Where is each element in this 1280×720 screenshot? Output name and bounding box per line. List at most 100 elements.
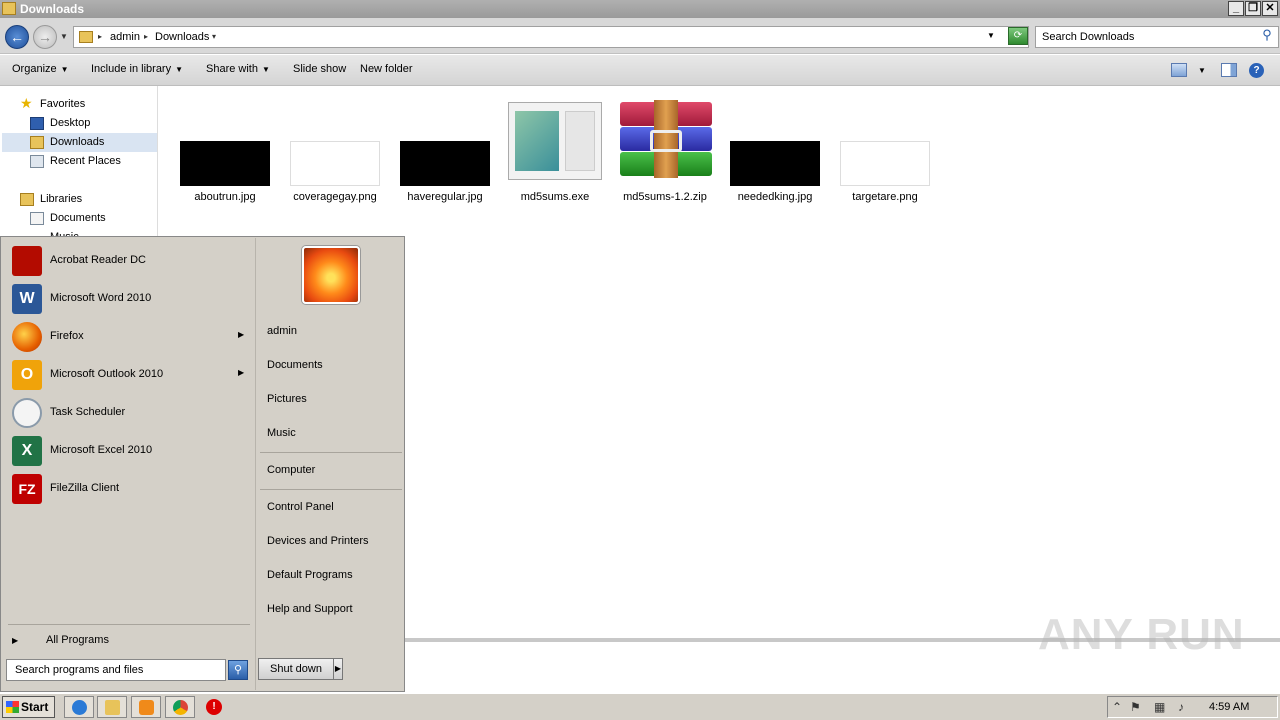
taskbar: Start ! ⌃ ⚑ ▦ ♪ 4:59 AM xyxy=(0,693,1280,720)
sidebar-item-label: Desktop xyxy=(50,117,91,129)
shutdown-options-icon[interactable]: ▶ xyxy=(333,658,343,680)
link-devices-and-printers[interactable]: Devices and Printers xyxy=(267,535,369,547)
search-input[interactable]: Search Downloads xyxy=(1035,26,1279,48)
address-dropdown-icon[interactable]: ▼ xyxy=(987,31,995,40)
preview-pane-icon[interactable] xyxy=(1221,63,1237,77)
link-admin[interactable]: admin xyxy=(267,325,297,337)
windows-logo-icon xyxy=(6,701,19,713)
address-bar[interactable]: ▸ admin ▸ Downloads ▾ xyxy=(73,26,1029,48)
include-in-library-button[interactable]: Include in library ▼ xyxy=(91,63,183,75)
forward-button[interactable]: → xyxy=(33,25,57,49)
organize-label: Organize xyxy=(12,63,57,75)
restore-button[interactable]: ❐ xyxy=(1245,1,1261,16)
chevron-right-icon[interactable]: ▸ xyxy=(98,32,102,41)
program-label: FileZilla Client xyxy=(50,482,120,494)
volume-icon[interactable]: ♪ xyxy=(1178,700,1184,714)
separator xyxy=(260,489,402,490)
new-folder-button[interactable]: New folder xyxy=(360,63,413,75)
file-name: haveregular.jpg xyxy=(407,191,483,203)
file-name: targetare.png xyxy=(852,191,918,203)
sidebar-item-label: Libraries xyxy=(40,193,83,205)
link-pictures[interactable]: Pictures xyxy=(267,393,307,405)
view-options-icon[interactable] xyxy=(1171,63,1187,77)
chevron-down-icon[interactable]: ▾ xyxy=(212,32,216,41)
outlook-icon: O xyxy=(12,360,42,390)
refresh-button[interactable]: ⟳ xyxy=(1008,27,1028,45)
start-menu-places: admin Documents Pictures Music Computer … xyxy=(255,238,404,690)
image-thumbnail xyxy=(180,141,270,186)
program-acrobat[interactable]: Acrobat Reader DC xyxy=(10,243,250,279)
taskbar-ie[interactable] xyxy=(64,696,94,718)
separator xyxy=(8,624,250,625)
folder-icon xyxy=(79,31,93,43)
program-excel[interactable]: X Microsoft Excel 2010 xyxy=(10,433,250,469)
close-button[interactable]: ✕ xyxy=(1262,1,1278,16)
show-hidden-icons-icon[interactable]: ⌃ xyxy=(1112,700,1122,714)
sidebar-item-favorites[interactable]: ★ Favorites xyxy=(20,95,150,114)
star-icon: ★ xyxy=(20,95,33,111)
file-item[interactable]: md5sums.exe xyxy=(500,100,602,210)
program-firefox[interactable]: Firefox ▶ xyxy=(10,319,250,355)
ie-icon xyxy=(72,700,87,715)
sidebar-item-recent-places[interactable]: Recent Places xyxy=(30,152,150,171)
share-with-button[interactable]: Share with ▼ xyxy=(206,63,270,75)
search-icon[interactable]: ⚲ xyxy=(1257,27,1277,47)
sidebar-item-music[interactable]: Music xyxy=(30,228,150,236)
file-item[interactable]: coveragegay.png xyxy=(280,100,380,210)
taskbar-chrome[interactable] xyxy=(165,696,195,718)
link-help-and-support[interactable]: Help and Support xyxy=(267,603,353,615)
sidebar-item-downloads[interactable]: Downloads xyxy=(2,133,157,152)
file-item[interactable]: haveregular.jpg xyxy=(390,100,490,210)
image-thumbnail xyxy=(730,141,820,186)
breadcrumb-admin[interactable]: admin xyxy=(110,31,140,43)
back-button[interactable]: ← xyxy=(5,25,29,49)
file-item[interactable]: md5sums-1.2.zip xyxy=(610,100,712,210)
help-icon[interactable]: ? xyxy=(1249,63,1264,78)
link-music[interactable]: Music xyxy=(267,427,296,439)
clock-icon xyxy=(12,398,42,428)
network-icon[interactable]: ▦ xyxy=(1154,700,1165,714)
program-label: Microsoft Outlook 2010 xyxy=(50,368,164,380)
window-title: Downloads xyxy=(20,2,85,16)
program-outlook[interactable]: O Microsoft Outlook 2010 ▶ xyxy=(10,357,250,393)
program-task-scheduler[interactable]: Task Scheduler xyxy=(10,395,250,431)
view-dropdown-icon[interactable]: ▼ xyxy=(1198,66,1206,75)
file-item[interactable]: targetare.png xyxy=(830,100,930,210)
link-documents[interactable]: Documents xyxy=(267,359,323,371)
sidebar-item-libraries[interactable]: Libraries xyxy=(20,190,150,209)
file-item[interactable]: neededking.jpg xyxy=(720,100,820,210)
link-computer[interactable]: Computer xyxy=(267,464,315,476)
taskbar-explorer[interactable] xyxy=(97,696,127,718)
clock[interactable]: 4:59 AM xyxy=(1209,701,1249,713)
stop-icon[interactable]: ! xyxy=(206,699,222,715)
link-default-programs[interactable]: Default Programs xyxy=(267,569,353,581)
sidebar-item-documents[interactable]: Documents xyxy=(30,209,150,228)
taskbar-media-player[interactable] xyxy=(131,696,161,718)
start-menu-programs: Acrobat Reader DC W Microsoft Word 2010 … xyxy=(2,238,254,690)
chevron-right-icon[interactable]: ▸ xyxy=(144,32,148,41)
link-control-panel[interactable]: Control Panel xyxy=(267,501,334,513)
downloads-folder-icon xyxy=(30,136,44,149)
program-word[interactable]: W Microsoft Word 2010 xyxy=(10,281,250,317)
file-item[interactable]: aboutrun.jpg xyxy=(170,100,270,210)
shutdown-button[interactable]: Shut down xyxy=(258,658,334,680)
chevron-down-icon: ▼ xyxy=(261,65,270,74)
sidebar-item-desktop[interactable]: Desktop xyxy=(30,114,150,133)
minimize-button[interactable]: _ xyxy=(1228,1,1244,16)
window-titlebar: Downloads _ ❐ ✕ xyxy=(0,0,1280,18)
image-thumbnail xyxy=(840,141,930,186)
organize-button[interactable]: Organize ▼ xyxy=(12,63,69,75)
slide-show-button[interactable]: Slide show xyxy=(293,63,346,75)
breadcrumb-downloads[interactable]: Downloads xyxy=(155,31,209,43)
documents-icon xyxy=(30,212,44,225)
start-search-input[interactable]: Search programs and files xyxy=(6,659,226,681)
search-icon[interactable]: ⚲ xyxy=(228,660,248,680)
history-dropdown-icon[interactable]: ▼ xyxy=(60,32,68,41)
user-avatar[interactable] xyxy=(302,246,360,304)
action-center-flag-icon[interactable]: ⚑ xyxy=(1130,700,1141,714)
chrome-icon xyxy=(173,700,188,715)
share-label: Share with xyxy=(206,63,258,75)
separator xyxy=(260,452,402,453)
program-filezilla[interactable]: FZ FileZilla Client xyxy=(10,471,250,507)
start-button[interactable]: Start xyxy=(2,696,55,718)
